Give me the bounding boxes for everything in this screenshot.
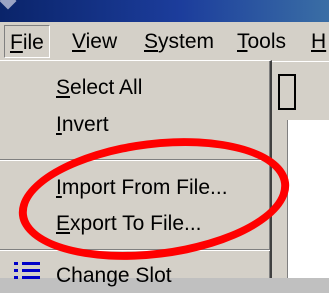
menu-system[interactable]: System bbox=[139, 25, 219, 58]
menu-item-change-slot[interactable]: Change Slot bbox=[56, 259, 172, 293]
menu-bar: File View System Tools H bbox=[0, 22, 329, 62]
menu-tools[interactable]: Tools bbox=[232, 25, 291, 58]
menu-separator bbox=[0, 249, 270, 251]
menu-item-select-all[interactable]: Select All bbox=[56, 71, 142, 105]
menu-item-import-from-file[interactable]: Import From File... bbox=[56, 171, 228, 205]
menu-item-invert[interactable]: Invert bbox=[56, 108, 109, 142]
menu-item-export-to-file[interactable]: Export To File... bbox=[56, 207, 202, 241]
content-pane bbox=[287, 120, 329, 278]
app-icon bbox=[0, 0, 17, 10]
menu-separator bbox=[0, 159, 270, 161]
menu-file[interactable]: File bbox=[4, 25, 50, 58]
title-bar bbox=[0, 0, 329, 22]
file-menu-dropdown: Select All Invert Import From File... Ex… bbox=[0, 60, 272, 287]
menu-help[interactable]: H bbox=[306, 25, 329, 58]
list-icon bbox=[14, 260, 40, 282]
menu-view[interactable]: View bbox=[67, 25, 122, 58]
toolbar-button[interactable] bbox=[278, 74, 296, 110]
